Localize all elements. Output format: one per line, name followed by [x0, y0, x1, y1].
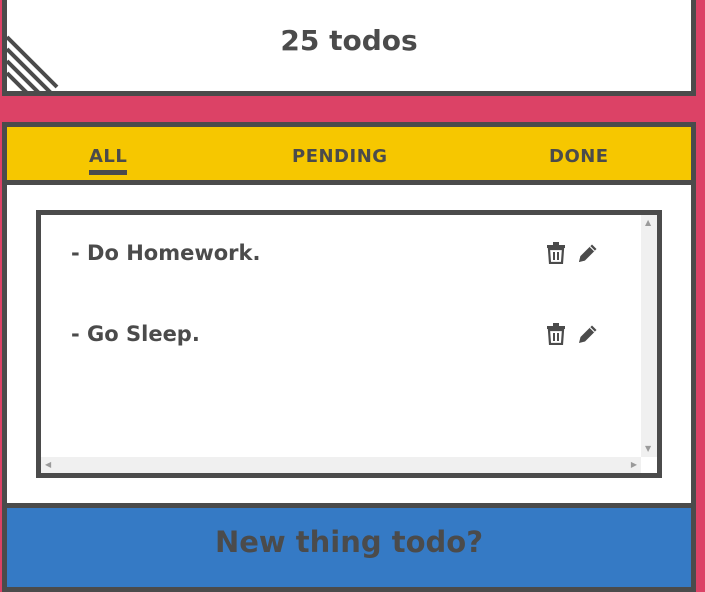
todo-list: - Do Homework. - Go Sleep. ▲ ▼ ◀ ▶	[36, 210, 662, 478]
new-todo-button[interactable]: New thing todo?	[7, 525, 691, 559]
trash-icon[interactable]	[545, 323, 567, 345]
pencil-icon[interactable]	[577, 323, 599, 345]
trash-icon[interactable]	[545, 242, 567, 264]
tab-all[interactable]: ALL	[89, 146, 128, 175]
header: 25 todos	[2, 0, 696, 96]
new-todo-bar[interactable]: New thing todo?	[7, 503, 691, 587]
todo-count: 25 todos	[280, 24, 418, 57]
horizontal-scrollbar[interactable]: ◀ ▶	[41, 457, 641, 473]
pencil-icon[interactable]	[577, 242, 599, 264]
todo-panel: ALL PENDING DONE - Do Homework. - Go Sle…	[2, 122, 696, 592]
vertical-scrollbar[interactable]: ▲ ▼	[641, 215, 657, 457]
scroll-down-icon[interactable]: ▼	[645, 445, 651, 453]
scroll-left-icon[interactable]: ◀	[45, 461, 51, 469]
tab-done[interactable]: DONE	[549, 146, 609, 167]
tab-pending[interactable]: PENDING	[292, 146, 388, 167]
todo-item-text: - Do Homework.	[71, 241, 261, 265]
todo-item-text: - Go Sleep.	[71, 322, 200, 346]
filter-tabs: ALL PENDING DONE	[7, 127, 691, 185]
scroll-up-icon[interactable]: ▲	[645, 219, 651, 227]
todo-list-content: - Do Homework. - Go Sleep.	[41, 215, 641, 457]
scroll-right-icon[interactable]: ▶	[631, 461, 637, 469]
